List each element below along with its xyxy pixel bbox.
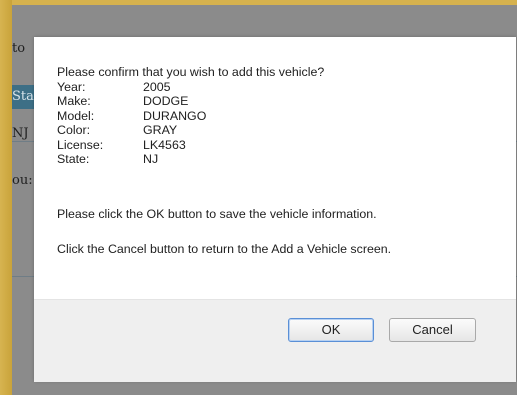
background-text-nj: NJ: [12, 126, 29, 141]
field-value: GRAY: [143, 123, 178, 137]
background-text-to: to: [12, 41, 26, 56]
field-value: DURANGO: [143, 108, 207, 123]
field-row-state: State: NJ: [57, 152, 324, 167]
background-tab-sta: Sta: [12, 85, 34, 109]
dialog-body: Please confirm that you wish to add this…: [34, 37, 516, 299]
field-label: Make:: [57, 94, 91, 108]
field-value: DODGE: [143, 94, 189, 108]
field-value: 2005: [143, 79, 171, 94]
field-value: LK4563: [143, 137, 186, 152]
confirm-vehicle-dialog: Please confirm that you wish to add this…: [34, 37, 516, 382]
cancel-button[interactable]: Cancel: [389, 318, 476, 342]
field-value: NJ: [143, 152, 159, 166]
field-label: Model:: [57, 108, 95, 123]
field-row-year: Year: 2005: [57, 80, 324, 95]
confirm-prompt: Please confirm that you wish to add this…: [57, 65, 325, 79]
field-label: Year:: [57, 79, 86, 94]
field-row-license: License: LK4563: [57, 138, 324, 153]
field-label: Color:: [57, 123, 91, 137]
cancel-instruction: Click the Cancel button to return to the…: [57, 242, 392, 256]
field-row-color: Color: GRAY: [57, 123, 324, 138]
dialog-message: Please confirm that you wish to add this…: [57, 65, 324, 167]
background-text-you: ou:: [12, 173, 33, 188]
field-label: License:: [57, 137, 104, 152]
ok-button[interactable]: OK: [288, 318, 374, 342]
field-row-make: Make: DODGE: [57, 94, 324, 109]
field-row-model: Model: DURANGO: [57, 109, 324, 124]
gold-left-border: [0, 0, 12, 395]
field-label: State:: [57, 152, 90, 166]
ok-instruction: Please click the OK button to save the v…: [57, 207, 377, 221]
